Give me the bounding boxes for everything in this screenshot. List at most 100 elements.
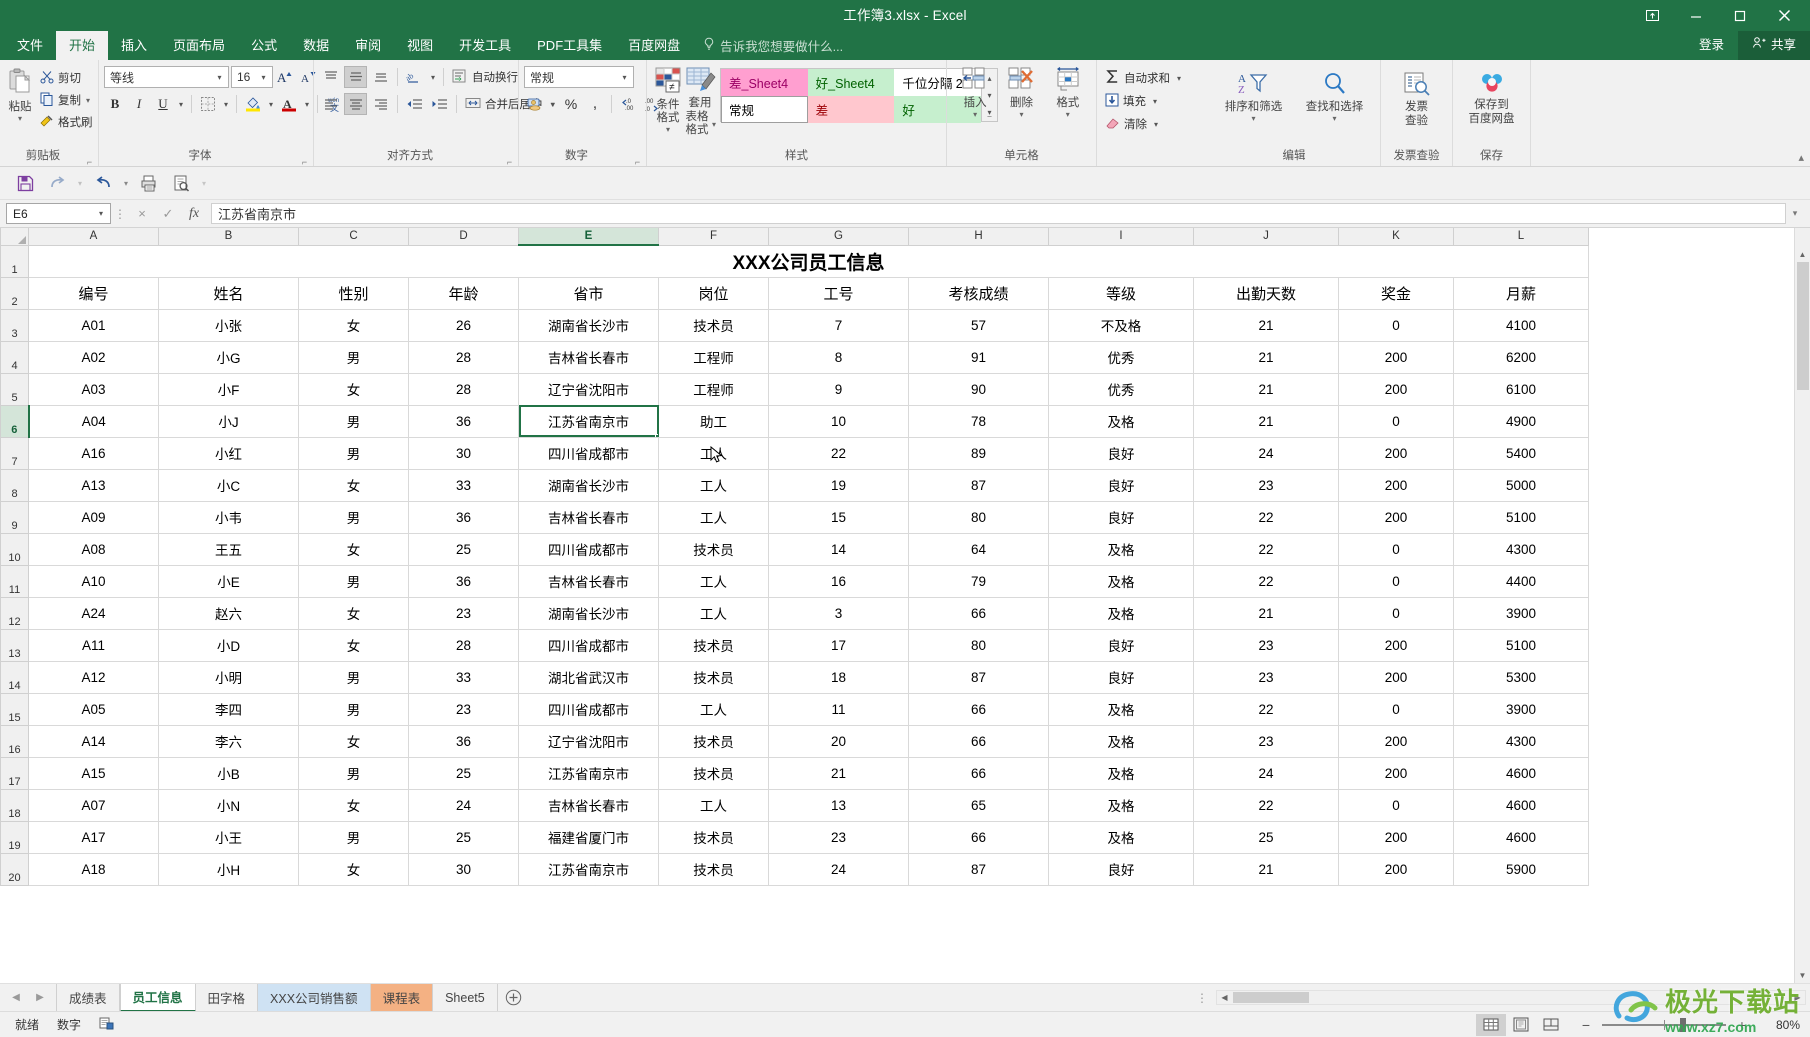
cell-H13[interactable]: 80 [908, 628, 1049, 662]
paste-button[interactable]: 粘贴 ▾ [5, 65, 35, 123]
cell-D3[interactable]: 26 [408, 308, 519, 342]
cell-J13[interactable]: 23 [1193, 628, 1339, 662]
cell-B14[interactable]: 小明 [158, 660, 299, 694]
cell-B19[interactable]: 小王 [158, 820, 299, 854]
alignment-dialog-launcher[interactable]: ⌐ [505, 155, 514, 166]
vertical-scroll-thumb[interactable] [1797, 262, 1809, 390]
accounting-format-icon[interactable] [524, 93, 546, 115]
cell-L13[interactable]: 5100 [1453, 628, 1589, 662]
cell-C10[interactable]: 女 [298, 532, 409, 566]
column-header-C[interactable]: C [298, 228, 409, 246]
cell-B3[interactable]: 小张 [158, 308, 299, 342]
cell-F13[interactable]: 技术员 [658, 628, 769, 662]
autosum-button[interactable]: 自动求和 ▾ [1102, 67, 1187, 89]
cell-D8[interactable]: 33 [408, 468, 519, 502]
ribbon-tab-review[interactable]: 审阅 [342, 31, 394, 60]
increase-decimal-icon[interactable]: .0.00 [617, 93, 639, 115]
cell-L20[interactable]: 5900 [1453, 852, 1589, 886]
cell-I16[interactable]: 及格 [1048, 724, 1194, 758]
cell-G7[interactable]: 22 [768, 436, 909, 470]
grid-area[interactable]: A B C D E F G H I J K L 1 XXX公司员工信息 2 编号 姓名 性别 年龄 省市 岗位 工号 考核成… [0, 228, 1794, 983]
column-header-E[interactable]: E [518, 228, 659, 246]
cell-J7[interactable]: 24 [1193, 436, 1339, 470]
cell-E9[interactable]: 吉林省长春市 [518, 500, 659, 534]
ribbon-tab-home[interactable]: 开始 [56, 31, 109, 60]
cell-J4[interactable]: 21 [1193, 340, 1339, 374]
cell-C19[interactable]: 男 [298, 820, 409, 854]
row-header-8[interactable]: 8 [0, 468, 29, 502]
maximize-icon[interactable] [1718, 0, 1762, 31]
cell-D15[interactable]: 23 [408, 692, 519, 726]
cell-F12[interactable]: 工人 [658, 596, 769, 630]
row-header-2[interactable]: 2 [0, 276, 29, 310]
ribbon-display-options-icon[interactable] [1630, 0, 1674, 31]
cell-B8[interactable]: 小C [158, 468, 299, 502]
cell-L10[interactable]: 4300 [1453, 532, 1589, 566]
cell-E19[interactable]: 福建省厦门市 [518, 820, 659, 854]
cell-D5[interactable]: 28 [408, 372, 519, 406]
cell-H5[interactable]: 90 [908, 372, 1049, 406]
vertical-split-handle[interactable] [1795, 246, 1810, 254]
save-icon[interactable] [10, 170, 40, 196]
cell-A14[interactable]: A12 [28, 660, 159, 694]
align-top-icon[interactable] [319, 66, 342, 88]
cell-H16[interactable]: 66 [908, 724, 1049, 758]
cell-H11[interactable]: 79 [908, 564, 1049, 598]
cell-E15[interactable]: 四川省成都市 [518, 692, 659, 726]
ribbon-tab-developer[interactable]: 开发工具 [446, 31, 524, 60]
sheet-tab-chengjibiao[interactable]: 成绩表 [56, 983, 120, 1012]
page-break-view-icon[interactable] [1536, 1014, 1566, 1036]
cell-E16[interactable]: 辽宁省沈阳市 [518, 724, 659, 758]
scroll-left-arrow[interactable]: ◀ [1217, 991, 1232, 1004]
horizontal-scroll-track[interactable] [1232, 991, 1790, 1004]
underline-caret[interactable]: ▾ [176, 100, 186, 109]
cell-K19[interactable]: 200 [1338, 820, 1454, 854]
cell-K5[interactable]: 200 [1338, 372, 1454, 406]
italic-button[interactable]: I [128, 93, 150, 115]
ribbon-tab-insert[interactable]: 插入 [108, 31, 160, 60]
cell-F7[interactable]: 工人 [658, 436, 769, 470]
fill-color-icon[interactable] [242, 93, 264, 115]
cell-J5[interactable]: 21 [1193, 372, 1339, 406]
cell-A13[interactable]: A11 [28, 628, 159, 662]
cell-J11[interactable]: 22 [1193, 564, 1339, 598]
cell-I9[interactable]: 良好 [1048, 500, 1194, 534]
font-name-caret[interactable]: ▾ [213, 73, 226, 82]
column-header-L[interactable]: L [1453, 228, 1589, 246]
page-layout-icon[interactable] [1506, 1014, 1536, 1036]
sheet-tab-tianzige[interactable]: 田字格 [196, 983, 259, 1012]
column-header-I[interactable]: I [1048, 228, 1194, 246]
zoom-slider-knob[interactable] [1680, 1017, 1687, 1032]
cell-H19[interactable]: 66 [908, 820, 1049, 854]
cell-K17[interactable]: 200 [1338, 756, 1454, 790]
name-box[interactable]: E6 ▾ [6, 203, 111, 224]
fill-caret[interactable]: ▾ [1150, 97, 1160, 106]
close-icon[interactable] [1762, 0, 1806, 31]
cell-E17[interactable]: 江苏省南京市 [518, 756, 659, 790]
row-header-20[interactable]: 20 [0, 852, 29, 886]
cell-B17[interactable]: 小B [158, 756, 299, 790]
sheet-tab-kechengbiao[interactable]: 课程表 [370, 983, 434, 1012]
cell-C8[interactable]: 女 [298, 468, 409, 502]
cell-J10[interactable]: 22 [1193, 532, 1339, 566]
copy-dropdown-caret[interactable]: ▾ [86, 96, 90, 105]
cell-C20[interactable]: 女 [298, 852, 409, 886]
row-header-6[interactable]: 6 [0, 404, 30, 438]
sort-filter-button[interactable]: A Z 排序和筛选 ▾ [1215, 69, 1293, 123]
vertical-scrollbar[interactable]: ▲ ▼ [1794, 228, 1810, 983]
sheet-tab-xxx-sales[interactable]: XXX公司销售额 [258, 983, 371, 1012]
cell-H12[interactable]: 66 [908, 596, 1049, 630]
cell-A17[interactable]: A15 [28, 756, 159, 790]
delete-cells-caret[interactable]: ▾ [1019, 111, 1023, 119]
cell-D7[interactable]: 30 [408, 436, 519, 470]
row-header-14[interactable]: 14 [0, 660, 29, 694]
horizontal-scrollbar[interactable]: ◀ ▶ [1216, 990, 1806, 1005]
cell-D11[interactable]: 36 [408, 564, 519, 598]
cell-I3[interactable]: 不及格 [1048, 308, 1194, 342]
cell-I10[interactable]: 及格 [1048, 532, 1194, 566]
column-title-L[interactable]: 月薪 [1453, 276, 1589, 310]
share-button[interactable]: 共享 [1737, 31, 1810, 60]
column-title-G[interactable]: 工号 [768, 276, 909, 310]
insert-cells-button[interactable]: 插入 ▾ [952, 65, 998, 119]
sort-filter-caret[interactable]: ▾ [1251, 115, 1255, 123]
